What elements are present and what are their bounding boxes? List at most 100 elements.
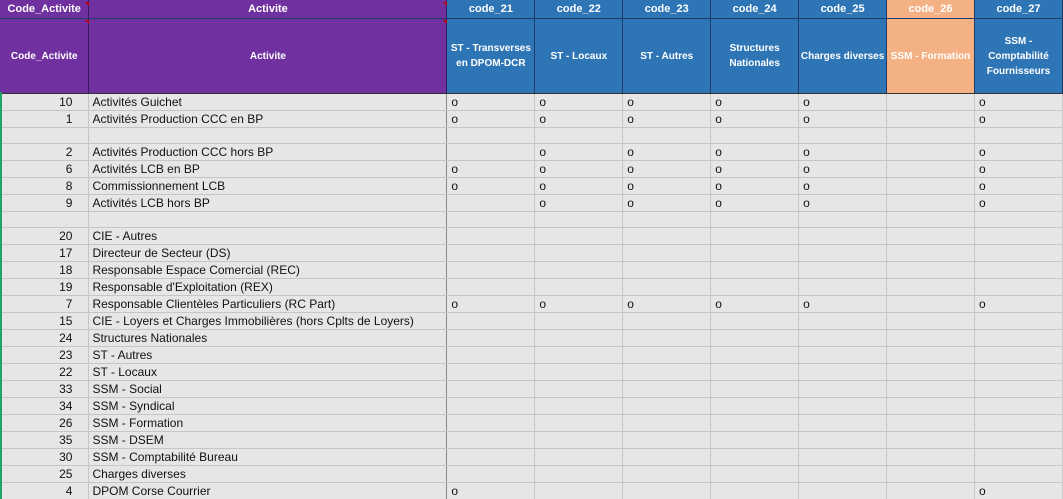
mark-cell[interactable]: o [534,143,624,161]
mark-cell[interactable] [798,244,888,262]
activity-cell[interactable] [88,127,448,144]
mark-cell[interactable] [886,346,975,364]
mark-cell[interactable]: o [710,93,800,111]
activity-cell[interactable]: Commissionnement LCB [88,177,448,195]
code-cell[interactable]: 1 [0,110,90,128]
mark-cell[interactable]: o [798,160,888,178]
mark-cell[interactable] [446,278,536,296]
mark-cell[interactable] [886,160,975,178]
mark-cell[interactable] [974,211,1063,228]
column-code-header[interactable]: code_22 [534,0,624,19]
code-cell[interactable]: 17 [0,244,90,262]
mark-cell[interactable]: o [622,160,712,178]
code-cell[interactable]: 26 [0,414,90,432]
mark-cell[interactable] [974,448,1063,466]
mark-cell[interactable] [534,127,624,144]
mark-cell[interactable] [886,261,975,279]
code-cell[interactable]: 25 [0,465,90,483]
mark-cell[interactable] [974,261,1063,279]
mark-cell[interactable] [886,110,975,128]
mark-cell[interactable] [798,278,888,296]
mark-cell[interactable] [534,278,624,296]
mark-cell[interactable] [798,227,888,245]
mark-cell[interactable] [886,211,975,228]
mark-cell[interactable] [446,465,536,483]
code-cell[interactable]: 4 [0,482,90,499]
mark-cell[interactable] [622,329,712,347]
mark-cell[interactable]: o [446,482,536,499]
mark-cell[interactable] [886,465,975,483]
column-code-header[interactable]: Activite [88,0,448,19]
column-label-header[interactable]: Activite [88,18,448,94]
activity-cell[interactable]: SSM - Syndical [88,397,448,415]
mark-cell[interactable] [974,346,1063,364]
mark-cell[interactable] [886,431,975,449]
mark-cell[interactable]: o [710,143,800,161]
mark-cell[interactable]: o [974,143,1063,161]
mark-cell[interactable] [622,278,712,296]
code-cell[interactable]: 35 [0,431,90,449]
mark-cell[interactable]: o [622,93,712,111]
mark-cell[interactable]: o [622,194,712,212]
mark-cell[interactable]: o [534,177,624,195]
mark-cell[interactable]: o [622,143,712,161]
mark-cell[interactable] [886,380,975,398]
mark-cell[interactable] [710,127,800,144]
mark-cell[interactable] [622,431,712,449]
mark-cell[interactable]: o [446,295,536,313]
mark-cell[interactable] [974,278,1063,296]
column-code-header[interactable]: code_27 [974,0,1063,19]
code-cell[interactable]: 8 [0,177,90,195]
mark-cell[interactable] [710,278,800,296]
mark-cell[interactable] [534,211,624,228]
mark-cell[interactable] [622,312,712,330]
activity-cell[interactable]: CIE - Loyers et Charges Immobilières (ho… [88,312,448,330]
mark-cell[interactable] [446,312,536,330]
activity-cell[interactable]: Activités LCB hors BP [88,194,448,212]
code-cell[interactable]: 9 [0,194,90,212]
column-label-header[interactable]: Code_Activite [0,18,90,94]
mark-cell[interactable] [446,363,536,381]
mark-cell[interactable] [534,397,624,415]
mark-cell[interactable] [798,397,888,415]
mark-cell[interactable] [534,465,624,483]
mark-cell[interactable]: o [974,160,1063,178]
mark-cell[interactable] [446,448,536,466]
mark-cell[interactable] [710,414,800,432]
column-code-header[interactable]: Code_Activite [0,0,90,19]
mark-cell[interactable] [974,414,1063,432]
mark-cell[interactable]: o [974,482,1063,499]
mark-cell[interactable] [886,363,975,381]
mark-cell[interactable] [974,465,1063,483]
mark-cell[interactable] [798,431,888,449]
mark-cell[interactable] [446,211,536,228]
code-cell[interactable] [0,127,90,144]
column-label-header[interactable]: Charges diverses [798,18,888,94]
code-cell[interactable]: 15 [0,312,90,330]
mark-cell[interactable] [974,380,1063,398]
mark-cell[interactable] [886,143,975,161]
mark-cell[interactable] [446,329,536,347]
mark-cell[interactable]: o [622,295,712,313]
mark-cell[interactable] [622,465,712,483]
mark-cell[interactable] [798,482,888,499]
mark-cell[interactable] [886,295,975,313]
mark-cell[interactable]: o [798,194,888,212]
activity-cell[interactable]: ST - Autres [88,346,448,364]
activity-cell[interactable]: SSM - Social [88,380,448,398]
activity-cell[interactable]: Responsable Clientèles Particuliers (RC … [88,295,448,313]
mark-cell[interactable] [974,244,1063,262]
activity-cell[interactable]: CIE - Autres [88,227,448,245]
mark-cell[interactable]: o [710,295,800,313]
mark-cell[interactable]: o [622,177,712,195]
code-cell[interactable]: 20 [0,227,90,245]
mark-cell[interactable] [446,127,536,144]
activity-cell[interactable]: Directeur de Secteur (DS) [88,244,448,262]
mark-cell[interactable]: o [534,160,624,178]
mark-cell[interactable]: o [710,110,800,128]
activity-cell[interactable]: Activités Guichet [88,93,448,111]
code-cell[interactable]: 7 [0,295,90,313]
mark-cell[interactable] [710,465,800,483]
mark-cell[interactable]: o [534,295,624,313]
mark-cell[interactable] [974,431,1063,449]
